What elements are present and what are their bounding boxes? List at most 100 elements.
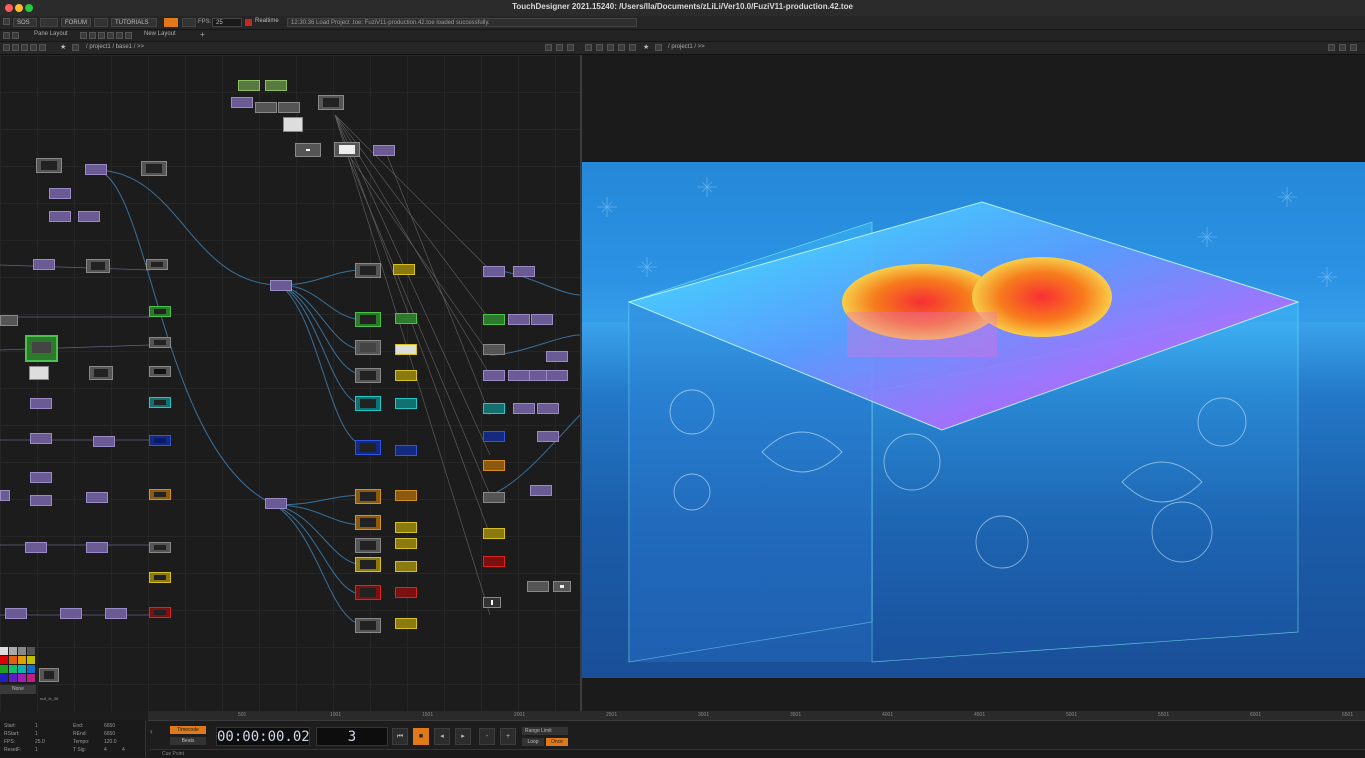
stop-button[interactable]: ■ (413, 728, 429, 745)
timecode-display[interactable]: 00:00:00.02 (216, 727, 310, 746)
tsig-field-1[interactable]: 4 (104, 747, 107, 753)
pane-split-5[interactable] (116, 32, 123, 39)
bookmark-star-icon-right[interactable]: ★ (643, 43, 649, 51)
bookmark-star-icon[interactable]: ★ (60, 43, 66, 51)
timecode-toggle[interactable]: Timecode (170, 726, 206, 734)
network-node[interactable] (283, 117, 303, 132)
network-node[interactable] (146, 259, 168, 270)
network-node[interactable] (527, 581, 549, 592)
pane-split-icon-right[interactable] (1339, 44, 1346, 51)
network-node[interactable] (395, 587, 417, 598)
timeline-ruler[interactable]: 501 1001 1501 2001 2501 3001 3501 4001 4… (148, 711, 1365, 721)
network-node[interactable] (531, 314, 553, 325)
network-node[interactable] (355, 340, 381, 355)
menu-icon[interactable] (3, 18, 10, 25)
home-icon[interactable] (72, 44, 79, 51)
color-swatch[interactable] (18, 647, 26, 655)
network-node[interactable] (483, 370, 505, 381)
network-node[interactable] (231, 97, 253, 108)
network-node[interactable] (355, 440, 381, 455)
network-node[interactable] (36, 158, 62, 173)
network-node[interactable] (270, 280, 292, 291)
pane-split-icon-left[interactable] (556, 44, 563, 51)
color-swatch[interactable] (27, 674, 35, 682)
network-node[interactable] (355, 263, 381, 278)
color-swatch[interactable] (27, 656, 35, 664)
plus-icon-right[interactable] (629, 44, 636, 51)
network-editor[interactable]: None null_fx_36 (0, 55, 580, 711)
network-node[interactable] (395, 618, 417, 629)
network-node[interactable] (483, 556, 505, 567)
network-node[interactable] (483, 528, 505, 539)
play-reverse-button[interactable]: ◂ (434, 728, 450, 745)
network-node[interactable] (483, 431, 505, 442)
color-swatch[interactable] (9, 647, 17, 655)
tsig-field-2[interactable]: 4 (122, 747, 125, 753)
start-field[interactable]: 1 (35, 723, 38, 729)
home-icon-right[interactable] (655, 44, 662, 51)
network-path-left[interactable]: / project1 / base1 / >> (86, 44, 144, 50)
network-node[interactable] (537, 431, 559, 442)
network-node[interactable] (483, 266, 505, 277)
step-back-button[interactable]: - (479, 728, 495, 745)
network-node[interactable] (86, 542, 108, 553)
menu-item-tutorials[interactable]: TUTORIALS (111, 18, 157, 27)
network-node[interactable] (483, 597, 501, 608)
menu-item-blank-2[interactable] (94, 18, 108, 27)
network-node[interactable] (355, 515, 381, 530)
network-node[interactable] (149, 489, 171, 500)
color-swatch[interactable] (0, 647, 8, 655)
network-node[interactable] (546, 370, 568, 381)
network-node[interactable] (149, 435, 171, 446)
layout-icon-2[interactable] (12, 32, 19, 39)
network-node[interactable] (318, 95, 344, 110)
rend-field[interactable]: 6650 (104, 731, 115, 737)
stop-icon-right[interactable] (596, 44, 603, 51)
color-swatch[interactable] (18, 674, 26, 682)
play-button[interactable]: ▸ (455, 728, 471, 745)
menu-item-forum[interactable]: FORUM (61, 18, 91, 27)
network-node[interactable] (537, 403, 559, 414)
network-node[interactable] (395, 522, 417, 533)
network-node[interactable] (395, 370, 417, 381)
loop-toggle[interactable]: Loop (522, 738, 544, 746)
tempo-field[interactable]: 120.0 (104, 739, 117, 745)
back-icon-right[interactable] (585, 44, 592, 51)
network-node[interactable] (508, 314, 530, 325)
menu-item-blank[interactable] (40, 18, 58, 27)
network-node[interactable] (149, 572, 171, 583)
color-swatch[interactable] (0, 656, 8, 664)
network-node[interactable] (553, 581, 571, 592)
fps-field-timeline[interactable]: 25.0 (35, 739, 45, 745)
network-node[interactable] (265, 80, 287, 91)
plus-icon[interactable] (39, 44, 46, 51)
color-swatch[interactable] (0, 665, 8, 673)
network-node[interactable] (78, 211, 100, 222)
network-node[interactable] (295, 143, 321, 157)
network-node[interactable] (86, 492, 108, 503)
color-swatch[interactable] (18, 665, 26, 673)
pane-split-4[interactable] (107, 32, 114, 39)
network-node[interactable] (141, 161, 167, 176)
pane-close-icon-right[interactable] (1350, 44, 1357, 51)
minus-icon[interactable] (30, 44, 37, 51)
frame-display[interactable]: 3 (316, 727, 388, 746)
rewind-button[interactable]: ⏮ (392, 728, 408, 745)
network-node[interactable] (393, 264, 415, 275)
network-node[interactable] (30, 472, 52, 483)
color-none-button[interactable]: None (0, 685, 36, 694)
color-swatch[interactable] (27, 665, 35, 673)
pane-type-icon-left[interactable] (545, 44, 552, 51)
network-node[interactable] (39, 668, 59, 682)
resetf-field[interactable]: 1 (35, 747, 38, 753)
once-toggle[interactable]: Once (546, 738, 568, 746)
network-path-right[interactable]: / project1 / >> (668, 44, 705, 50)
network-node[interactable] (373, 145, 395, 156)
network-node[interactable] (60, 608, 82, 619)
color-palette[interactable]: None (0, 647, 42, 699)
network-node[interactable] (149, 366, 171, 377)
network-node[interactable] (25, 542, 47, 553)
network-node[interactable] (278, 102, 300, 113)
end-field[interactable]: 6650 (104, 723, 115, 729)
network-node[interactable] (355, 312, 381, 327)
